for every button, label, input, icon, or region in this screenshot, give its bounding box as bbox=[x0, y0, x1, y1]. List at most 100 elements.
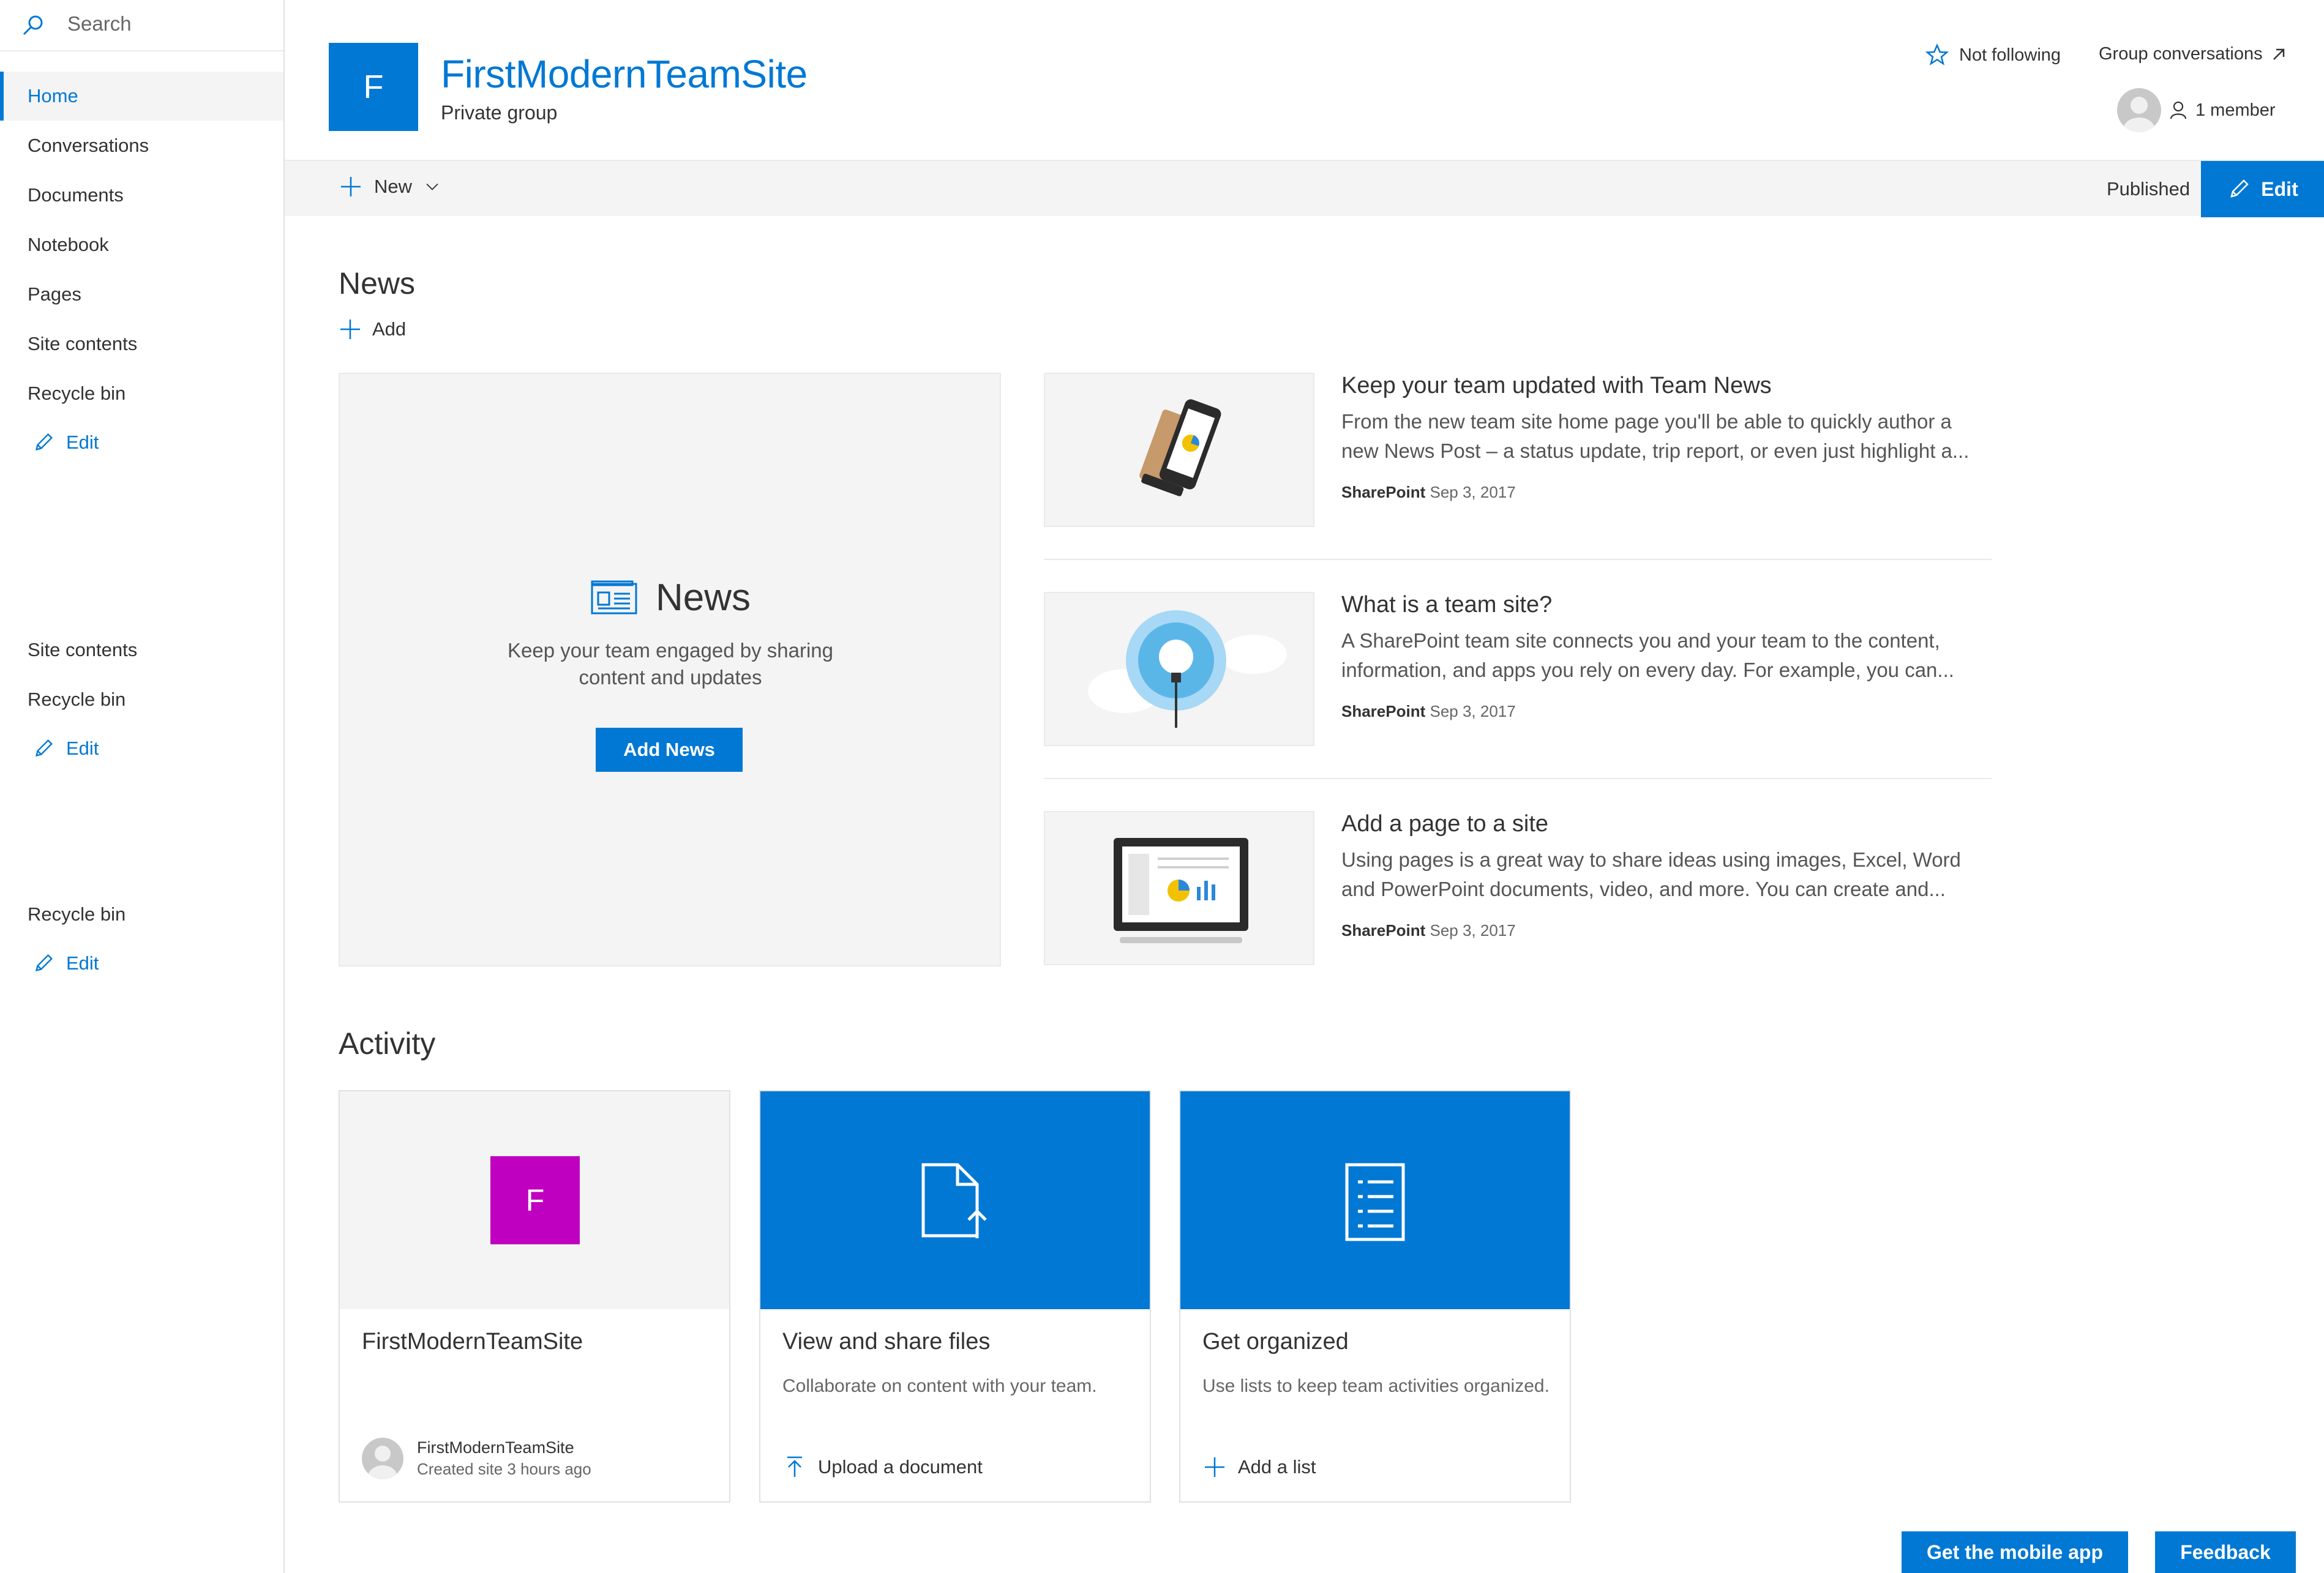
site-title[interactable]: FirstModernTeamSite bbox=[441, 51, 808, 97]
new-menu-button[interactable]: New bbox=[339, 174, 441, 199]
members-button[interactable]: 1 member bbox=[2117, 88, 2276, 132]
group-conversations-link[interactable]: Group conversations bbox=[2099, 44, 2288, 64]
news-thumbnail-phone bbox=[1044, 373, 1314, 527]
site-subtitle: Private group bbox=[441, 102, 558, 124]
nav-item-conversations[interactable]: Conversations bbox=[28, 135, 149, 157]
news-item[interactable]: What is a team site? A SharePoint team s… bbox=[1044, 592, 1992, 746]
add-list-button[interactable]: Add a list bbox=[1202, 1455, 1316, 1479]
activity-card-lists[interactable]: Get organized Use lists to keep team act… bbox=[1179, 1090, 1571, 1503]
pencil-icon bbox=[35, 954, 53, 972]
add-news-link[interactable]: Add bbox=[338, 317, 406, 342]
person-silhouette-icon bbox=[368, 1446, 397, 1479]
add-news-button[interactable]: Add News bbox=[596, 728, 743, 772]
star-icon bbox=[1925, 43, 1949, 65]
follow-button[interactable]: Not following bbox=[1925, 43, 2061, 67]
news-placeholder-title: News bbox=[656, 577, 751, 619]
news-item-title[interactable]: What is a team site? bbox=[1341, 592, 1552, 618]
news-item-meta: SharePoint Sep 3, 2017 bbox=[1341, 483, 1516, 502]
pencil-icon bbox=[35, 739, 53, 757]
card-description: Use lists to keep team activities organi… bbox=[1202, 1376, 1550, 1396]
get-mobile-app-button[interactable]: Get the mobile app bbox=[1902, 1531, 2128, 1573]
nav-edit-label: Edit bbox=[66, 738, 99, 759]
feedback-button[interactable]: Feedback bbox=[2155, 1531, 2296, 1573]
news-placeholder-panel: News Keep your team engaged by sharing c… bbox=[339, 373, 1001, 966]
nav-edit-link[interactable]: Edit bbox=[32, 431, 99, 454]
new-label: New bbox=[374, 176, 413, 197]
search-box[interactable]: Search bbox=[0, 0, 283, 51]
nav-item-notebook[interactable]: Notebook bbox=[28, 234, 109, 256]
news-placeholder-text: Keep your team engaged by sharing conten… bbox=[507, 639, 834, 689]
news-divider bbox=[1044, 778, 1992, 779]
site-tile: F bbox=[490, 1156, 580, 1244]
nav-edit-label: Edit bbox=[66, 952, 99, 974]
nav-edit-link-2[interactable]: Edit bbox=[32, 737, 99, 760]
news-item-author: SharePoint bbox=[1341, 921, 1426, 940]
news-item[interactable]: Keep your team updated with Team News Fr… bbox=[1044, 373, 1992, 527]
nav-item-recycle-bin-3[interactable]: Recycle bin bbox=[28, 903, 126, 925]
upload-arrow-icon bbox=[787, 1456, 802, 1477]
group-conversations-label: Group conversations bbox=[2099, 44, 2263, 64]
news-item-description: A SharePoint team site connects you and … bbox=[1341, 629, 1954, 681]
site-logo[interactable]: F bbox=[329, 43, 418, 131]
activity-card-site[interactable]: F FirstModernTeamSite FirstModernTeamSit… bbox=[339, 1090, 730, 1503]
external-link-arrow-icon bbox=[2273, 48, 2284, 60]
card-description: Collaborate on content with your team. bbox=[782, 1376, 1097, 1396]
follow-label: Not following bbox=[1959, 45, 2061, 65]
document-upload-icon bbox=[921, 1163, 987, 1238]
pencil-icon bbox=[2230, 179, 2249, 198]
news-placeholder-heading: News bbox=[591, 576, 751, 619]
edit-page-button[interactable]: Edit bbox=[2201, 161, 2324, 217]
news-item-date: Sep 3, 2017 bbox=[1430, 702, 1516, 720]
chevron-down-icon bbox=[426, 183, 438, 190]
creator-avatar bbox=[362, 1438, 403, 1479]
nav-item-home[interactable]: Home bbox=[28, 85, 78, 107]
card-preview bbox=[1180, 1091, 1570, 1309]
publish-status: Published bbox=[2107, 178, 2191, 200]
search-icon bbox=[23, 15, 43, 35]
plus-icon bbox=[1205, 1457, 1224, 1477]
activity-section-title: Activity bbox=[339, 1026, 436, 1061]
nav-item-documents[interactable]: Documents bbox=[28, 184, 124, 206]
creator-activity: Created site 3 hours ago bbox=[417, 1460, 591, 1478]
activity-card-files[interactable]: View and share files Collaborate on cont… bbox=[759, 1090, 1151, 1503]
edit-label: Edit bbox=[2261, 177, 2298, 200]
nav-item-recycle-bin-2[interactable]: Recycle bin bbox=[28, 689, 126, 711]
command-bar: New Published Edit bbox=[285, 160, 2324, 217]
nav-edit-link-3[interactable]: Edit bbox=[32, 952, 99, 975]
news-section-title: News bbox=[339, 266, 416, 301]
nav-item-recycle-bin[interactable]: Recycle bin bbox=[28, 383, 126, 405]
news-item-date: Sep 3, 2017 bbox=[1430, 921, 1516, 940]
left-navigation: Search Home Conversations Documents Note… bbox=[0, 0, 285, 1573]
add-label: Add bbox=[372, 318, 407, 340]
news-thumbnail-lightbulb bbox=[1044, 592, 1314, 746]
members-count: 1 member bbox=[2195, 100, 2276, 120]
card-title[interactable]: Get organized bbox=[1202, 1329, 1349, 1355]
news-item-meta: SharePoint Sep 3, 2017 bbox=[1341, 702, 1516, 721]
person-icon bbox=[2170, 101, 2187, 119]
card-title[interactable]: View and share files bbox=[782, 1329, 990, 1355]
nav-item-pages[interactable]: Pages bbox=[28, 283, 81, 305]
news-divider bbox=[1044, 559, 1992, 560]
creator-name: FirstModernTeamSite bbox=[417, 1438, 574, 1457]
news-item-author: SharePoint bbox=[1341, 702, 1426, 720]
search-placeholder: Search bbox=[67, 12, 132, 35]
add-list-label: Add a list bbox=[1238, 1456, 1316, 1478]
card-title[interactable]: FirstModernTeamSite bbox=[362, 1329, 583, 1355]
news-item-meta: SharePoint Sep 3, 2017 bbox=[1341, 921, 1516, 940]
nav-item-site-contents[interactable]: Site contents bbox=[28, 333, 137, 355]
list-icon bbox=[1345, 1163, 1405, 1241]
nav-home-indicator bbox=[0, 72, 4, 121]
upload-document-label: Upload a document bbox=[818, 1456, 983, 1478]
nav-edit-label: Edit bbox=[66, 432, 99, 453]
card-creator: FirstModernTeamSite Created site 3 hours… bbox=[362, 1438, 591, 1479]
upload-document-button[interactable]: Upload a document bbox=[782, 1455, 983, 1479]
news-item-description: From the new team site home page you'll … bbox=[1341, 410, 1970, 462]
news-item-author: SharePoint bbox=[1341, 483, 1426, 501]
news-item-title[interactable]: Keep your team updated with Team News bbox=[1341, 373, 1772, 399]
news-item-title[interactable]: Add a page to a site bbox=[1341, 811, 1548, 837]
card-preview: F bbox=[340, 1091, 729, 1309]
newspaper-icon bbox=[591, 580, 637, 614]
nav-item-site-contents-2[interactable]: Site contents bbox=[28, 639, 137, 661]
news-item[interactable]: Add a page to a site Using pages is a gr… bbox=[1044, 811, 1992, 965]
person-silhouette-icon bbox=[2123, 97, 2155, 132]
